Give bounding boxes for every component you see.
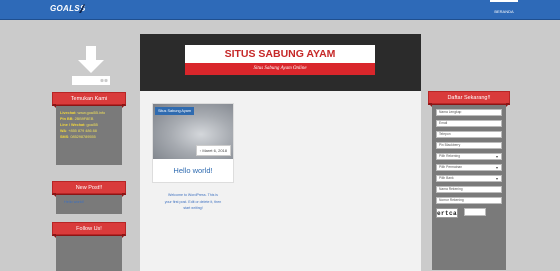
widget-title: Daftar Sekarang!! (428, 91, 510, 107)
site-header-banner: SITUS SABUNG AYAM Situs Sabung Ayam Onli… (140, 34, 421, 91)
bank-select[interactable]: Pilih Rekening (436, 153, 502, 160)
follow-widget: Follow Us! (52, 222, 126, 271)
logo-swoosh-icon (79, 4, 85, 13)
site-title[interactable]: SITUS SABUNG AYAM (185, 45, 375, 63)
post-title[interactable]: Hello world! (153, 166, 233, 175)
post-category-badge: Situs Sabung Ayam (155, 107, 195, 115)
post-card[interactable]: Situs Sabung Ayam ▫ Maret 6, 2018 Hello … (152, 103, 234, 183)
contact-list: Livechat: www.goal55.info Pin BB: 2BB9F8… (56, 105, 122, 165)
new-post-widget: New Post!! Hello world! (52, 181, 126, 214)
post-thumbnail[interactable]: Situs Sabung Ayam ▫ Maret 6, 2018 (153, 104, 233, 159)
bank-name-select[interactable]: Pilih Bank (436, 175, 502, 182)
pin-bb-input[interactable]: Pin Blackberry (436, 142, 502, 149)
post-date-badge: ▫ Maret 6, 2018 (195, 145, 231, 156)
left-sidebar: Temukan Kami Livechat: www.goal55.info P… (52, 92, 126, 271)
widget-title: Temukan Kami (52, 92, 126, 108)
account-name-input[interactable]: Nama Rekening (436, 186, 502, 193)
widget-title: Follow Us! (52, 222, 126, 238)
full-name-input[interactable]: Nama Lengkap (436, 109, 502, 116)
captcha-image: ertca (436, 208, 458, 218)
new-post-list: Hello world! (56, 194, 122, 214)
phone-input[interactable]: Telepon (436, 131, 502, 138)
follow-body (56, 235, 122, 271)
site-subtitle: Situs Sabung Ayam Online (185, 63, 375, 75)
captcha-row: ertca (436, 208, 502, 219)
captcha-input[interactable] (464, 208, 486, 216)
new-post-link[interactable]: Hello world! (56, 194, 122, 204)
game-select[interactable]: Pilih Permainan (436, 164, 502, 171)
widget-title: New Post!! (52, 181, 126, 197)
post-excerpt: Welcome to WordPress. This is your first… (164, 193, 222, 211)
register-widget: Daftar Sekarang!! Nama Lengkap Email Tel… (428, 91, 510, 270)
download-icon[interactable] (72, 46, 110, 86)
register-form: Nama Lengkap Email Telepon Pin Blackberr… (432, 104, 506, 270)
contact-sms: SMS: 085298789555 (60, 135, 96, 139)
main-content: SITUS SABUNG AYAM Situs Sabung Ayam Onli… (140, 34, 421, 271)
find-us-widget: Temukan Kami Livechat: www.goal55.info P… (52, 92, 126, 165)
email-input[interactable]: Email (436, 120, 502, 127)
top-navbar: GOALSS BERANDA (0, 0, 560, 20)
nav-beranda[interactable]: BERANDA (490, 0, 518, 20)
account-number-input[interactable]: Nomor Rekening (436, 197, 502, 204)
